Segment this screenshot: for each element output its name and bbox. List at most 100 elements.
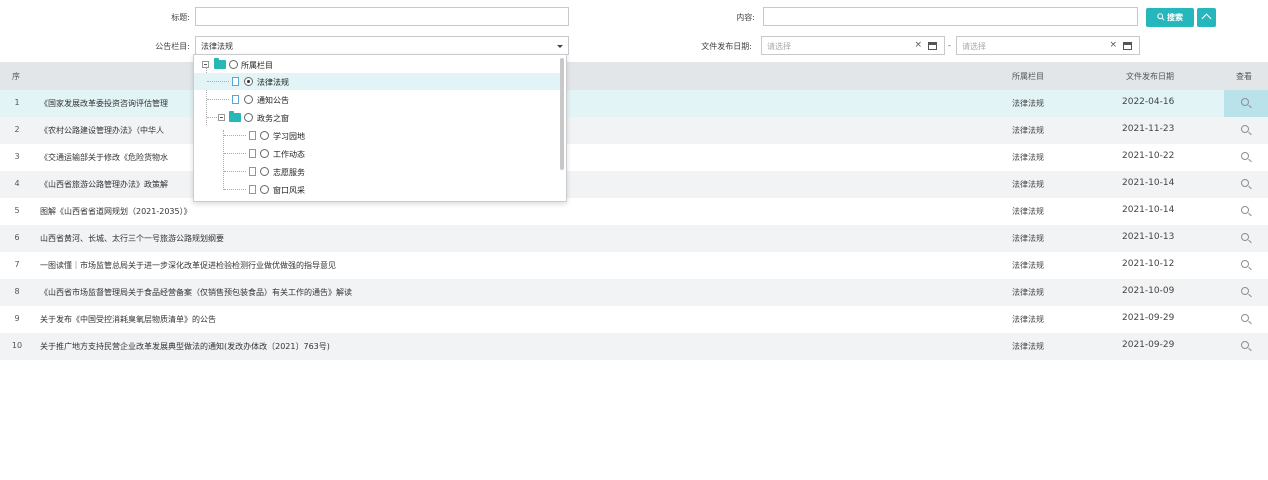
row-number: 9 bbox=[14, 314, 20, 323]
row-number: 3 bbox=[14, 152, 20, 161]
table-row[interactable]: 2 《农村公路建设管理办法》（中华人 法律法规 2021-11-23 bbox=[0, 117, 1268, 144]
tree-node-label: 政务之窗 bbox=[257, 114, 289, 123]
radio-icon[interactable] bbox=[260, 185, 269, 194]
table-row[interactable]: 6 山西省黄河、长城、太行三个一号旅游公路规划纲要 法律法规 2021-10-1… bbox=[0, 225, 1268, 252]
content-input[interactable] bbox=[763, 7, 1138, 26]
row-number: 10 bbox=[11, 341, 23, 350]
row-title[interactable]: 山西省黄河、长城、太行三个一号旅游公路规划纲要 bbox=[40, 233, 224, 244]
row-number: 7 bbox=[14, 260, 20, 269]
header-column[interactable]: 所属栏目 bbox=[1012, 71, 1044, 82]
row-date: 2021-10-12 bbox=[1122, 259, 1175, 269]
date-to-placeholder: 请选择 bbox=[962, 42, 986, 51]
date-label: 文件发布日期: bbox=[701, 42, 752, 51]
date-to-input[interactable]: 请选择 × bbox=[956, 36, 1140, 55]
view-button[interactable] bbox=[1224, 225, 1268, 252]
tree-node-work-news[interactable]: 工作动态 bbox=[194, 145, 560, 162]
table-row[interactable]: 10 关于推广地方支持民营企业改革发展典型做法的通知(发改办体改〔2021〕76… bbox=[0, 333, 1268, 360]
row-title[interactable]: 《农村公路建设管理办法》（中华人 bbox=[40, 125, 164, 136]
tree-node-notice[interactable]: 通知公告 bbox=[194, 91, 560, 108]
magnifier-icon bbox=[1241, 233, 1249, 241]
tree-node-label: 通知公告 bbox=[257, 96, 289, 105]
view-button[interactable] bbox=[1224, 117, 1268, 144]
clear-icon[interactable]: × bbox=[914, 40, 922, 50]
magnifier-icon bbox=[1241, 260, 1249, 268]
row-title[interactable]: 《山西省市场监督管理局关于食品经营备案（仅销售预包装食品）有关工作的通告》解读 bbox=[40, 287, 352, 298]
row-title[interactable]: 《山西省旅游公路管理办法》政策解 bbox=[40, 179, 168, 190]
date-from-placeholder: 请选择 bbox=[767, 42, 791, 51]
tree-node-law[interactable]: 法律法规 bbox=[194, 73, 560, 90]
table-row[interactable]: 9 关于发布《中国受控消耗臭氧层物质清单》的公告 法律法规 2021-09-29 bbox=[0, 306, 1268, 333]
view-button[interactable] bbox=[1224, 252, 1268, 279]
radio-icon[interactable] bbox=[260, 131, 269, 140]
date-from-input[interactable]: 请选择 × bbox=[761, 36, 945, 55]
file-icon bbox=[249, 185, 256, 194]
view-button[interactable] bbox=[1224, 171, 1268, 198]
row-column: 法律法规 bbox=[1012, 261, 1044, 270]
file-icon bbox=[249, 167, 256, 176]
radio-icon[interactable] bbox=[260, 149, 269, 158]
row-column: 法律法规 bbox=[1012, 207, 1044, 216]
radio-icon[interactable] bbox=[244, 95, 253, 104]
table-row[interactable]: 4 《山西省旅游公路管理办法》政策解 法律法规 2021-10-14 bbox=[0, 171, 1268, 198]
view-button[interactable] bbox=[1224, 279, 1268, 306]
column-select-value: 法律法规 bbox=[201, 42, 233, 51]
table-row[interactable]: 1 《国家发展改革委投资咨询评估管理 法律法规 2022-04-16 bbox=[0, 90, 1268, 117]
tree-node-root[interactable]: 所属栏目 bbox=[194, 56, 560, 73]
clear-icon[interactable]: × bbox=[1109, 40, 1117, 50]
row-title[interactable]: 《交通运输部关于修改《危险货物水 bbox=[40, 152, 168, 163]
collapse-icon[interactable] bbox=[202, 61, 209, 68]
row-title[interactable]: 关于推广地方支持民营企业改革发展典型做法的通知(发改办体改〔2021〕763号) bbox=[40, 341, 330, 352]
row-number: 6 bbox=[14, 233, 20, 242]
header-view: 查看 bbox=[1236, 72, 1252, 81]
table-row[interactable]: 7 一图读懂｜市场监管总局关于进一步深化改革促进检验检测行业做优做强的指导意见 … bbox=[0, 252, 1268, 279]
radio-icon[interactable] bbox=[244, 113, 253, 122]
tree-node-gov-window[interactable]: 政务之窗 bbox=[194, 109, 560, 126]
tree-node-study[interactable]: 学习园地 bbox=[194, 127, 560, 144]
row-number: 1 bbox=[14, 98, 20, 107]
row-title[interactable]: 关于发布《中国受控消耗臭氧层物质清单》的公告 bbox=[40, 314, 216, 325]
row-number: 8 bbox=[14, 287, 20, 296]
tree-node-label: 学习园地 bbox=[273, 132, 305, 141]
table-row[interactable]: 3 《交通运输部关于修改《危险货物水 法律法规 2021-10-22 bbox=[0, 144, 1268, 171]
tree-scrollbar[interactable] bbox=[560, 58, 564, 170]
row-date: 2021-10-22 bbox=[1122, 151, 1175, 161]
radio-icon[interactable] bbox=[244, 77, 253, 86]
collapse-icon[interactable] bbox=[218, 114, 225, 121]
column-select[interactable]: 法律法规 bbox=[195, 36, 569, 55]
collapse-filters-button[interactable] bbox=[1197, 8, 1216, 27]
row-date: 2021-10-09 bbox=[1122, 286, 1175, 296]
row-date: 2021-09-29 bbox=[1122, 340, 1175, 350]
tree-node-window-style[interactable]: 窗口风采 bbox=[194, 181, 560, 198]
magnifier-icon bbox=[1241, 179, 1249, 187]
row-date: 2021-10-14 bbox=[1122, 178, 1175, 188]
search-button[interactable]: 搜索 bbox=[1146, 8, 1194, 27]
title-input[interactable] bbox=[195, 7, 569, 26]
calendar-icon[interactable] bbox=[1123, 42, 1132, 50]
column-tree-dropdown[interactable]: 所属栏目 法律法规 通知公告 政务之窗 学习园地 工作动态 志愿服务 窗口风采 bbox=[193, 54, 567, 202]
tree-node-label: 志愿服务 bbox=[273, 168, 305, 177]
row-title[interactable]: 《国家发展改革委投资咨询评估管理 bbox=[40, 98, 168, 109]
radio-icon[interactable] bbox=[229, 60, 238, 69]
view-button[interactable] bbox=[1224, 306, 1268, 333]
tree-node-volunteer[interactable]: 志愿服务 bbox=[194, 163, 560, 180]
row-title[interactable]: 一图读懂｜市场监管总局关于进一步深化改革促进检验检测行业做优做强的指导意见 bbox=[40, 260, 336, 271]
date-separator: - bbox=[948, 41, 951, 50]
chevron-up-icon bbox=[1201, 13, 1212, 24]
header-date[interactable]: 文件发布日期 bbox=[1126, 71, 1174, 82]
row-title[interactable]: 图解《山西省省道网规划（2021-2035）》 bbox=[40, 206, 192, 217]
view-button[interactable] bbox=[1224, 90, 1268, 117]
file-icon bbox=[232, 95, 239, 104]
row-column: 法律法规 bbox=[1012, 126, 1044, 135]
calendar-icon[interactable] bbox=[928, 42, 937, 50]
file-icon bbox=[232, 77, 239, 86]
table-row[interactable]: 5 图解《山西省省道网规划（2021-2035）》 法律法规 2021-10-1… bbox=[0, 198, 1268, 225]
table-row[interactable]: 8 《山西省市场监督管理局关于食品经营备案（仅销售预包装食品）有关工作的通告》解… bbox=[0, 279, 1268, 306]
view-button[interactable] bbox=[1224, 144, 1268, 171]
magnifier-icon bbox=[1241, 125, 1249, 133]
view-button[interactable] bbox=[1224, 198, 1268, 225]
view-button[interactable] bbox=[1224, 333, 1268, 360]
row-column: 法律法规 bbox=[1012, 342, 1044, 351]
row-date: 2021-09-29 bbox=[1122, 313, 1175, 323]
radio-icon[interactable] bbox=[260, 167, 269, 176]
magnifier-icon bbox=[1241, 152, 1249, 160]
